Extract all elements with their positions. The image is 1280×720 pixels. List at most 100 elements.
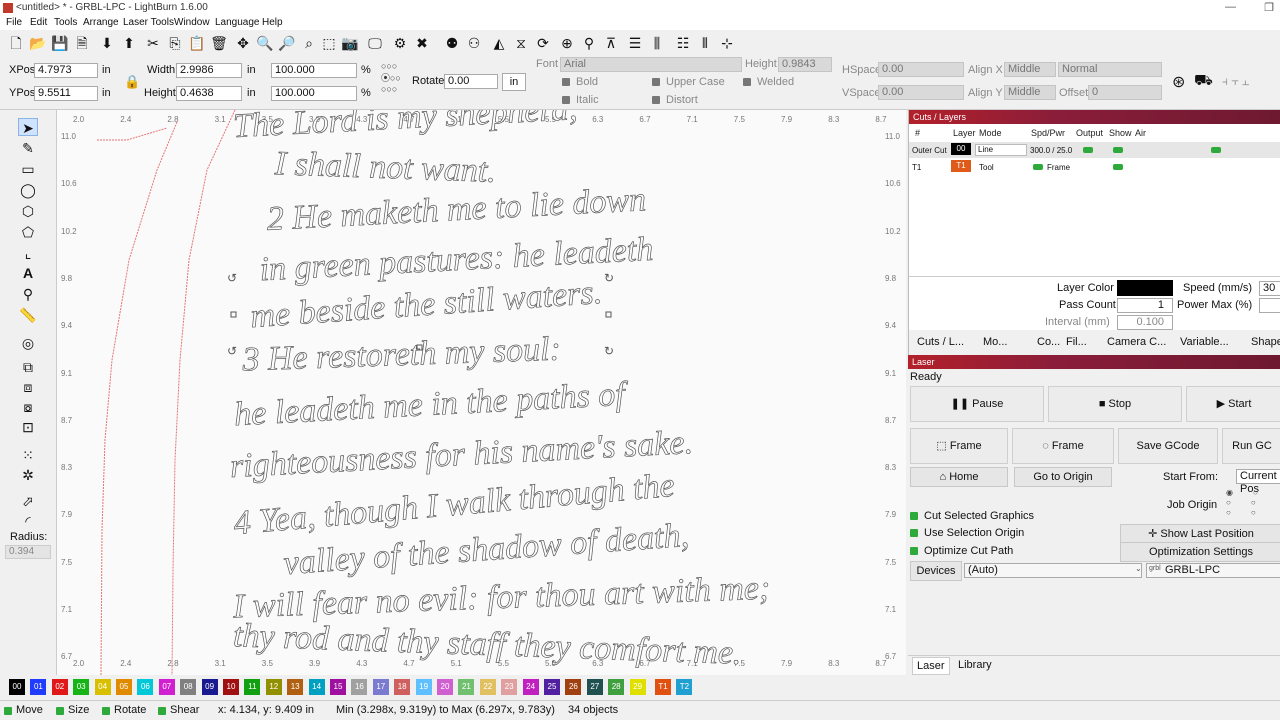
palette-swatch-08[interactable]: 08 [180,679,197,695]
tab-camera[interactable]: Camera C... [1107,336,1166,348]
layer-swatch[interactable]: 00 [951,143,971,155]
align-y-dropdown[interactable]: Middle [1004,85,1056,100]
menu-laser-tools[interactable]: Laser Tools [123,17,174,28]
align-left-icon[interactable]: ⫞ ⫟ ⫠ [1222,74,1249,89]
palette-swatch-26[interactable]: 26 [565,679,582,695]
scale-width-input[interactable]: 100.000 [271,63,357,78]
move-to-icon[interactable]: ⊹ [718,34,736,52]
tab-move[interactable]: Mo... [983,336,1007,348]
tab-library[interactable]: Library [958,659,992,671]
menu-tools[interactable]: Tools [54,17,77,28]
optimization-settings-button[interactable]: Optimization Settings [1120,542,1280,562]
palette-swatch-17[interactable]: 17 [372,679,389,695]
minimize-icon[interactable]: — [1225,1,1236,13]
save-as-icon[interactable]: 🗎 [73,34,91,52]
palette-swatch-T1[interactable]: T1 [655,679,671,695]
distort-toggle-icon[interactable] [652,96,660,104]
palette-swatch-03[interactable]: 03 [73,679,90,695]
tab-shape[interactable]: Shape [1251,336,1280,348]
palette-swatch-19[interactable]: 19 [415,679,432,695]
copy-icon[interactable]: ⎘ [166,34,184,52]
menu-edit[interactable]: Edit [30,17,47,28]
pause-button[interactable]: ❚❚ Pause [910,386,1044,422]
save-gcode-button[interactable]: Save GCode [1118,428,1218,464]
align-center-icon[interactable]: ⊕ [558,34,576,52]
distribute-icon[interactable]: ⫼ [648,34,666,52]
select-arrow-icon[interactable]: ➤ [18,118,38,136]
pan-icon[interactable]: ✥ [234,34,252,52]
palette-swatch-07[interactable]: 07 [158,679,175,695]
offset-icon[interactable]: ◎ [18,334,38,352]
anchor-grid-icon[interactable]: ○○○ ⦿○○ ○○○ [381,61,401,94]
frame-circle-button[interactable]: ◌ Frame [1012,428,1114,464]
lock-icon[interactable]: 🔒 [124,74,140,90]
offset-input[interactable]: 0 [1088,85,1162,100]
palette-swatch-21[interactable]: 21 [458,679,475,695]
open-folder-icon[interactable]: 📂 [29,34,47,52]
rotate-unit-button[interactable]: in [502,73,526,91]
menu-file[interactable]: File [6,17,22,28]
show-toggle[interactable] [1113,147,1123,153]
show-last-position-button[interactable]: ✛ Show Last Position [1120,524,1280,544]
palette-swatch-09[interactable]: 09 [201,679,218,695]
mode-dropdown[interactable]: Line [975,144,1027,156]
palette-swatch-05[interactable]: 05 [116,679,132,695]
interval-input[interactable]: 0.100 [1117,315,1173,330]
palette-swatch-12[interactable]: 12 [265,679,282,695]
font-dropdown[interactable]: Arial [560,57,742,72]
paste-icon[interactable]: 📋 [188,34,206,52]
edit-nodes-icon[interactable]: ⬀ [18,492,38,510]
width-input[interactable]: 2.9986 [176,63,242,78]
home-button[interactable]: ⌂ Home [910,467,1008,487]
new-file-icon[interactable]: 🗋 [7,34,25,52]
bold-toggle-icon[interactable] [562,78,570,86]
flip-horizontal-icon[interactable]: ◭ [490,34,508,52]
weld-icon[interactable]: ⊡ [18,418,38,436]
boolean-intersect-icon[interactable]: ⧇ [18,398,38,416]
go-to-origin-button[interactable]: Go to Origin [1014,467,1112,487]
zoom-in-icon[interactable]: 🔍 [256,34,274,52]
show-toggle[interactable] [1113,164,1123,170]
radius-input[interactable]: 0.394 [5,545,51,559]
grid-array-icon[interactable]: ⁙ [18,446,38,464]
ellipse-icon[interactable]: ◯ [18,181,38,199]
delete-icon[interactable]: 🗑 [210,34,228,52]
scale-height-input[interactable]: 100.000 [271,86,357,101]
distribute-v-icon[interactable]: ⫴ [696,34,714,52]
monitor-icon[interactable]: 🖵 [366,34,384,52]
mirror-icon[interactable]: ⧖ [512,34,530,52]
pentagon-icon[interactable]: ⬠ [18,223,38,241]
hspace-input[interactable]: 0.00 [878,62,964,77]
palette-swatch-15[interactable]: 15 [330,679,346,695]
align-x-dropdown[interactable]: Middle [1004,62,1056,77]
power-max-input[interactable] [1259,298,1280,313]
restore-icon[interactable]: ❐ [1264,1,1274,14]
move-check-icon[interactable] [4,707,12,715]
rotate-check-icon[interactable] [102,707,110,715]
tab-variable[interactable]: Variable... [1180,336,1229,348]
welded-toggle-icon[interactable] [743,78,751,86]
design-canvas[interactable]: 2.0 2.0 2.4 2.4 2.8 2.8 3.1 3.1 3.5 3.5 3.9 3.9 4.3 4… [56,110,906,675]
settings-gear-icon[interactable]: ⚙ [391,34,409,52]
pen-icon[interactable]: ✎ [18,139,38,157]
polygon-icon[interactable]: ⬡ [18,202,38,220]
palette-swatch-01[interactable]: 01 [30,679,47,695]
zoom-fit-icon[interactable]: ⌕ [300,34,318,52]
tab-file-list[interactable]: Fil... [1066,336,1087,348]
palette-swatch-14[interactable]: 14 [308,679,325,695]
fillet-icon[interactable]: ◜ [18,512,38,530]
palette-swatch-20[interactable]: 20 [437,679,453,695]
italic-toggle-icon[interactable] [562,96,570,104]
height-input[interactable]: 0.4638 [176,86,242,101]
ypos-input[interactable]: 9.5511 [34,86,98,101]
air-toggle[interactable] [1211,147,1221,153]
menu-language[interactable]: Language [215,17,260,28]
use-selection-origin-checkbox[interactable] [910,529,918,537]
stop-button[interactable]: ■ Stop [1048,386,1182,422]
start-button[interactable]: ▶ Start [1186,386,1280,422]
upper-case-toggle-icon[interactable] [652,78,660,86]
zoom-out-icon[interactable]: 🔎 [278,34,296,52]
cut-selected-checkbox[interactable] [910,512,918,520]
menu-help[interactable]: Help [262,17,283,28]
job-origin-radio-grid[interactable]: ◉ ○ ○ ○ ○ ○ [1226,488,1258,518]
